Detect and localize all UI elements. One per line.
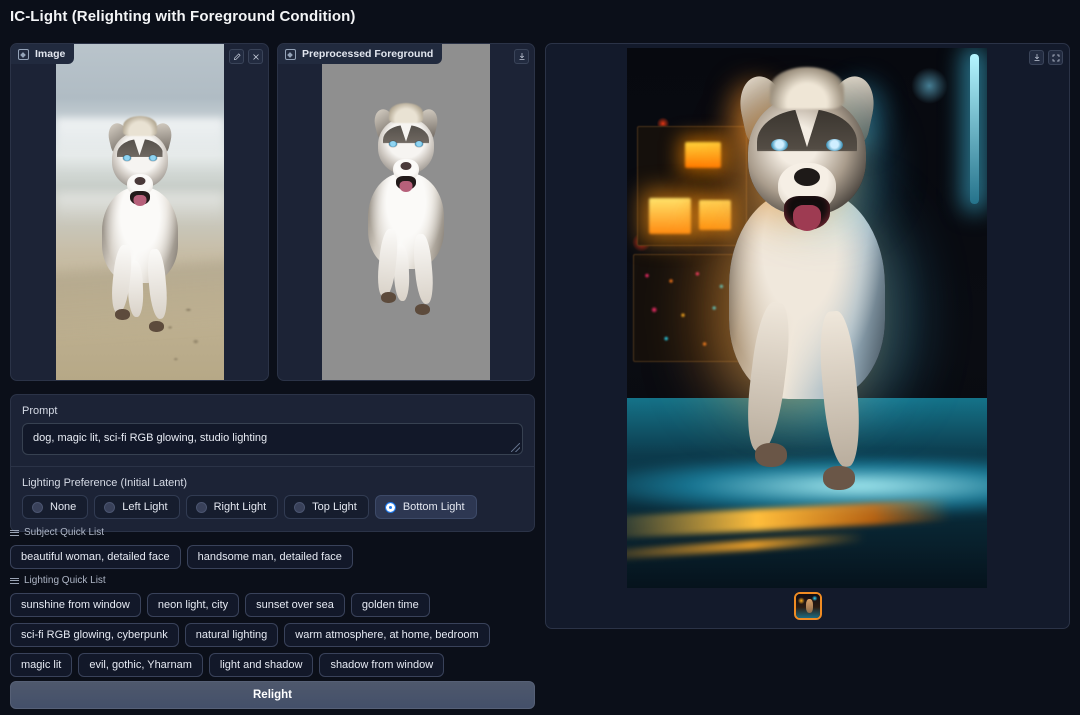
prompt-label: Prompt [22, 405, 58, 417]
lighting-chip-sci-fi-rgb-glowing-cyberpunk[interactable]: sci-fi RGB glowing, cyberpunk [10, 623, 179, 648]
input-image-label: Image [11, 44, 75, 64]
radio-label: Right Light [213, 501, 267, 513]
dog-nose [794, 167, 820, 186]
radio-option-bottom-light[interactable]: Bottom Light [374, 495, 477, 519]
gallery-thumbnail[interactable] [793, 592, 822, 620]
dog-paw-right [415, 303, 430, 315]
prompt-input[interactable]: dog, magic lit, sci-fi RGB glowing, stud… [22, 423, 523, 455]
lighting-chip-natural-lighting[interactable]: natural lighting [184, 623, 279, 648]
dog-eye-right [148, 155, 157, 162]
dog-head-tuft [122, 116, 157, 137]
radio-option-left-light[interactable]: Left Light [94, 495, 180, 519]
input-image-tools [229, 49, 263, 64]
download-icon[interactable] [514, 49, 529, 64]
gallery-thumbnail-subject [805, 599, 813, 614]
radio-dot-icon [32, 501, 43, 513]
foreground-cutout-photo [322, 44, 490, 380]
husky-cutout-subject [356, 102, 456, 331]
dog-eye-left [122, 155, 131, 162]
prompt-divider [11, 466, 534, 467]
textarea-resize-handle[interactable] [511, 443, 520, 452]
subject-quick-list-label: Subject Quick List [24, 527, 105, 538]
radio-label: Left Light [122, 501, 168, 513]
prompt-value: dog, magic lit, sci-fi RGB glowing, stud… [33, 432, 268, 444]
lighting-chip-sunshine-from-window[interactable]: sunshine from window [10, 593, 141, 618]
lighting-chip-evil-gothic-yharnam[interactable]: evil, gothic, Yharnam [78, 653, 203, 678]
preprocessed-foreground-label-text: Preprocessed Foreground [302, 48, 434, 60]
husky-subject [86, 116, 194, 348]
relit-husky-subject [702, 66, 912, 546]
dog-head-tuft [389, 102, 423, 123]
app-root: IC-Light (Relighting with Foreground Con… [0, 0, 1080, 715]
neon-tube [970, 54, 979, 204]
preprocessed-foreground-tools [514, 49, 529, 64]
radio-label: Top Light [312, 501, 357, 513]
dog-nose [134, 177, 145, 185]
input-image-media [11, 44, 268, 380]
radio-dot-icon [195, 501, 207, 513]
dog-head-tuft [770, 66, 844, 109]
radio-dot-icon [294, 501, 306, 513]
dog-tongue [133, 195, 146, 207]
subject-quick-list-header: Subject Quick List [10, 527, 535, 538]
input-image-label-text: Image [35, 48, 66, 60]
result-gallery-strip [546, 592, 1069, 620]
radio-dot-icon [104, 501, 116, 513]
result-image[interactable] [627, 48, 987, 588]
left-column: Image Preprocessed Foreground [10, 43, 535, 381]
radio-label: None [50, 501, 77, 513]
input-images-row: Image Preprocessed Foreground [10, 43, 535, 381]
radio-option-right-light[interactable]: Right Light [185, 495, 279, 519]
radio-label: Bottom Light [402, 501, 465, 513]
lighting-preference-label: Lighting Preference (Initial Latent) [22, 477, 188, 489]
dog-tongue [399, 180, 413, 192]
lighting-chip-neon-light-city[interactable]: neon light, city [146, 593, 240, 618]
dog-paw-left [755, 442, 787, 467]
dog-tongue [793, 205, 821, 232]
lighting-chip-shadow-from-window[interactable]: shadow from window [319, 653, 445, 678]
dog-paw-right [148, 320, 164, 332]
dog-paw-right [823, 466, 855, 491]
dog-nose [400, 162, 412, 171]
lighting-chip-warm-atmosphere[interactable]: warm atmosphere, at home, bedroom [284, 623, 490, 648]
page-title: IC-Light (Relighting with Foreground Con… [10, 8, 356, 25]
prompt-group: Prompt dog, magic lit, sci-fi RGB glowin… [10, 394, 535, 532]
subject-quick-list-section: Subject Quick List beautiful woman, deta… [10, 527, 535, 570]
image-icon [285, 48, 296, 60]
clear-icon[interactable] [248, 49, 263, 64]
preprocessed-foreground-panel[interactable]: Preprocessed Foreground [277, 43, 535, 381]
husky-beach-photo [55, 44, 224, 380]
image-icon [18, 48, 29, 60]
relight-button[interactable]: Relight [10, 681, 535, 709]
lighting-chip-sunset-over-sea[interactable]: sunset over sea [245, 593, 345, 618]
list-icon [10, 577, 19, 584]
dog-paw-left [381, 292, 396, 304]
radio-option-top-light[interactable]: Top Light [284, 495, 369, 519]
result-tools [1029, 50, 1063, 65]
lighting-quick-list-label: Lighting Quick List [24, 575, 106, 586]
lighting-chip-light-and-shadow[interactable]: light and shadow [208, 653, 314, 678]
dog-paw-left [114, 309, 130, 321]
radio-option-none[interactable]: None [22, 495, 89, 519]
preprocessed-foreground-media [278, 44, 534, 380]
list-icon [10, 529, 19, 536]
glowing-screen-b [649, 198, 691, 234]
preprocessed-foreground-label: Preprocessed Foreground [278, 44, 443, 64]
lighting-preference-radio-group: None Left Light Right Light Top Light Bo… [22, 495, 523, 519]
subject-quick-list-chips: beautiful woman, detailed face handsome … [10, 545, 535, 570]
subject-chip-beautiful-woman[interactable]: beautiful woman, detailed face [10, 545, 181, 570]
lighting-quick-list-header: Lighting Quick List [10, 575, 535, 586]
input-image-panel[interactable]: Image [10, 43, 269, 381]
result-panel [545, 43, 1070, 629]
fullscreen-icon[interactable] [1048, 50, 1063, 65]
subject-chip-handsome-man[interactable]: handsome man, detailed face [186, 545, 353, 570]
lighting-chip-golden-time[interactable]: golden time [350, 593, 430, 618]
download-icon[interactable] [1029, 50, 1044, 65]
lighting-chip-magic-lit[interactable]: magic lit [10, 653, 73, 678]
radio-dot-icon [384, 501, 396, 513]
edit-icon[interactable] [229, 49, 244, 64]
